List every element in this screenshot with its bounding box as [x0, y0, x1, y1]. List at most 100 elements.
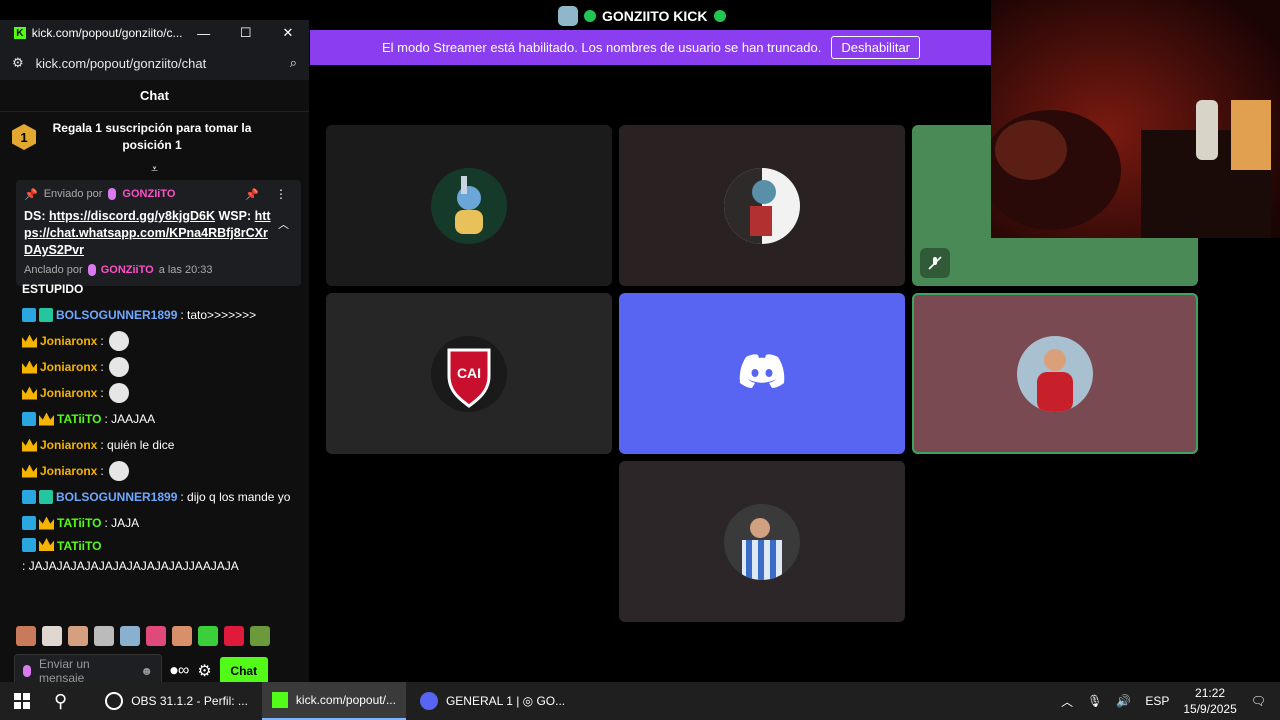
crown-badge-icon	[22, 386, 37, 400]
participant-tile[interactable]	[619, 125, 905, 286]
settings-icon[interactable]: ⚙	[197, 661, 211, 681]
emote-icon[interactable]	[198, 626, 218, 646]
chat-message: Joniaronx:	[22, 380, 302, 406]
chat-username[interactable]: TATiiTO	[57, 538, 101, 554]
taskbar: ⚲ OBS 31.1.2 - Perfil: ... kick.com/popo…	[0, 682, 1280, 720]
chat-username[interactable]: TATiiTO	[57, 412, 101, 426]
taskbar-item-discord[interactable]: GENERAL 1 | ◎ GO...	[410, 682, 575, 720]
participant-tile[interactable]	[619, 461, 905, 622]
mic-badge-icon	[108, 188, 117, 200]
chat-input-placeholder[interactable]: Enviar un mensaje	[39, 657, 132, 685]
chat-username[interactable]: Joniaronx	[40, 438, 97, 452]
chat-message: Joniaronx:	[22, 458, 302, 484]
clock[interactable]: 21:22 15/9/2025	[1183, 685, 1236, 717]
mic-badge-icon	[23, 665, 31, 677]
chat-text: : JAJA	[104, 516, 140, 530]
collapse-icon[interactable]: ︿	[278, 216, 289, 232]
pinned-author[interactable]: GONZIiTO	[122, 188, 175, 200]
chat-username[interactable]: Joniaronx	[40, 334, 97, 348]
chat-messages: ESTUPIDO BOLSOGUNNER1899: tato>>>>>>> Joni…	[22, 276, 302, 574]
address-text[interactable]: kick.com/popout/gonziito/chat	[36, 56, 278, 71]
users-icon[interactable]: ⦁∞	[170, 662, 189, 680]
discord-icon	[419, 692, 438, 710]
mic-badge-icon	[87, 264, 96, 276]
participant-tile[interactable]	[326, 125, 612, 286]
pinned-by-label: Anclado por	[24, 264, 83, 276]
start-button[interactable]	[0, 682, 44, 720]
crown-badge-icon	[39, 412, 54, 426]
zoom-icon[interactable]: ⌕	[290, 55, 297, 71]
emote-icon[interactable]	[68, 626, 88, 646]
chat-text: :	[100, 386, 104, 400]
chat-message: BOLSOGUNNER1899: tato>>>>>>>	[22, 302, 302, 328]
chat-username[interactable]: BOLSOGUNNER1899	[56, 308, 177, 322]
participant-tile[interactable]	[912, 293, 1198, 454]
search-button[interactable]: ⚲	[44, 682, 77, 720]
skull-emote-icon	[108, 357, 129, 377]
chat-username[interactable]: Joniaronx	[40, 386, 97, 400]
send-chat-button[interactable]: Chat	[219, 657, 268, 685]
chat-message: Joniaronx:	[22, 354, 302, 380]
chat-message: ESTUPIDO	[22, 276, 302, 302]
close-button[interactable]: ✕	[267, 25, 309, 41]
chat-username[interactable]: Joniaronx	[40, 464, 97, 478]
pinned-by-user[interactable]: GONZiiTO	[101, 264, 154, 276]
gift-text: Regala 1 suscripción para tomar la posic…	[52, 121, 252, 152]
windows-logo-icon	[14, 693, 30, 709]
webcam-overlay	[991, 0, 1280, 238]
expand-icon[interactable]: ⩡	[0, 162, 309, 176]
verified-badge-icon	[22, 490, 36, 504]
emote-icon[interactable]	[146, 626, 166, 646]
disable-streamer-mode-button[interactable]: Deshabilitar	[831, 36, 921, 59]
pin-small-icon: 📌	[24, 188, 38, 201]
verified-badge-icon	[22, 516, 36, 530]
rank-badge: 1	[12, 124, 36, 150]
chat-text: :	[100, 334, 104, 348]
notifications-icon[interactable]: 🗨	[1251, 694, 1266, 708]
emote-icon[interactable]	[250, 626, 270, 646]
chevron-up-icon[interactable]: ︿	[1061, 693, 1073, 710]
maximize-button[interactable]: ☐	[225, 25, 267, 41]
chat-text: :	[100, 360, 104, 374]
chat-username[interactable]: ESTUPIDO	[22, 282, 83, 296]
minimize-button[interactable]: —	[183, 26, 225, 41]
emoji-icon[interactable]: ☻	[140, 664, 153, 678]
discord-link[interactable]: https://discord.gg/y8kjgD6K	[49, 209, 215, 223]
emote-icon[interactable]	[224, 626, 244, 646]
participant-avatar	[724, 503, 800, 580]
window-title: kick.com/popout/gonziito/c...	[31, 26, 183, 40]
kick-logo-icon: K	[14, 27, 26, 39]
crown-badge-icon	[22, 464, 37, 478]
more-options-icon[interactable]: ⋮	[275, 187, 287, 201]
chat-username[interactable]: BOLSOGUNNER1899	[56, 490, 177, 504]
participant-tile[interactable]: CAI	[326, 293, 612, 454]
participant-tile[interactable]	[619, 293, 905, 454]
emote-icon[interactable]	[42, 626, 62, 646]
taskbar-item-obs[interactable]: OBS 31.1.2 - Perfil: ...	[95, 682, 258, 720]
gift-leaderboard[interactable]: 1 Regala 1 suscripción para tomar la pos…	[0, 112, 309, 162]
taskbar-label: kick.com/popout/...	[295, 693, 396, 707]
emote-icon[interactable]	[16, 626, 36, 646]
chat-text: :	[100, 464, 104, 478]
emote-icon[interactable]	[172, 626, 192, 646]
skull-emote-icon	[108, 331, 129, 351]
taskbar-label: OBS 31.1.2 - Perfil: ...	[131, 694, 248, 708]
taskbar-item-kick[interactable]: kick.com/popout/...	[261, 682, 406, 720]
emote-icon[interactable]	[94, 626, 114, 646]
unpin-icon[interactable]: 📌	[245, 188, 259, 201]
microphone-icon[interactable]: 🎙	[1087, 694, 1102, 708]
site-settings-icon[interactable]: ⚙	[12, 55, 24, 71]
call-title: GONZIITO KICK	[558, 5, 726, 27]
volume-icon[interactable]: 🔊	[1116, 694, 1131, 708]
chat-username[interactable]: Joniaronx	[40, 360, 97, 374]
chat-username[interactable]: TATiiTO	[57, 516, 101, 530]
participant-avatar: CAI	[431, 335, 507, 412]
window-title-bar[interactable]: K kick.com/popout/gonziito/c... — ☐ ✕	[0, 20, 309, 46]
emote-icon[interactable]	[120, 626, 140, 646]
language-indicator[interactable]: ESP	[1145, 694, 1169, 708]
chat-message: TATiiTO: JAAJAA	[22, 406, 302, 432]
chat-text: : quién le dice	[100, 438, 175, 452]
address-bar[interactable]: ⚙ kick.com/popout/gonziito/chat ⌕	[0, 46, 309, 80]
chat-message: TATiiTO: JAJA	[22, 510, 302, 536]
crown-badge-icon	[39, 516, 54, 530]
